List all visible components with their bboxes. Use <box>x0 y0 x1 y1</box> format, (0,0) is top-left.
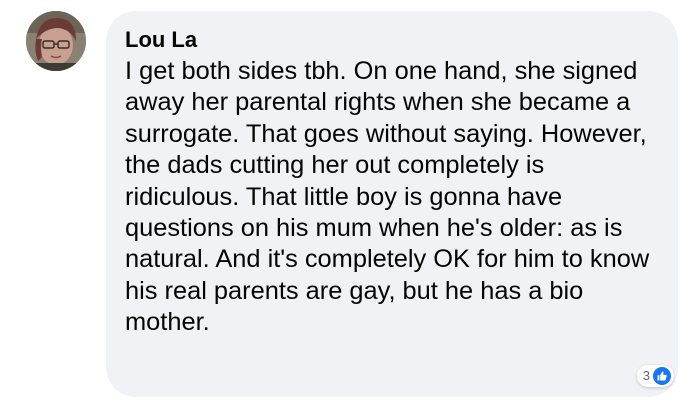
avatar-image <box>26 11 86 71</box>
like-icon <box>653 367 671 385</box>
comment-text: I get both sides tbh. On one hand, she s… <box>125 57 650 337</box>
comment-bubble: Lou La I get both sides tbh. On one hand… <box>106 11 678 397</box>
comment-author[interactable]: Lou La <box>125 26 197 54</box>
comment-container: Lou La I get both sides tbh. On one hand… <box>0 0 700 420</box>
thumbs-up-icon <box>657 371 667 381</box>
reaction-summary[interactable]: 3 <box>636 365 674 387</box>
avatar[interactable] <box>26 11 86 71</box>
reaction-count: 3 <box>642 368 650 383</box>
